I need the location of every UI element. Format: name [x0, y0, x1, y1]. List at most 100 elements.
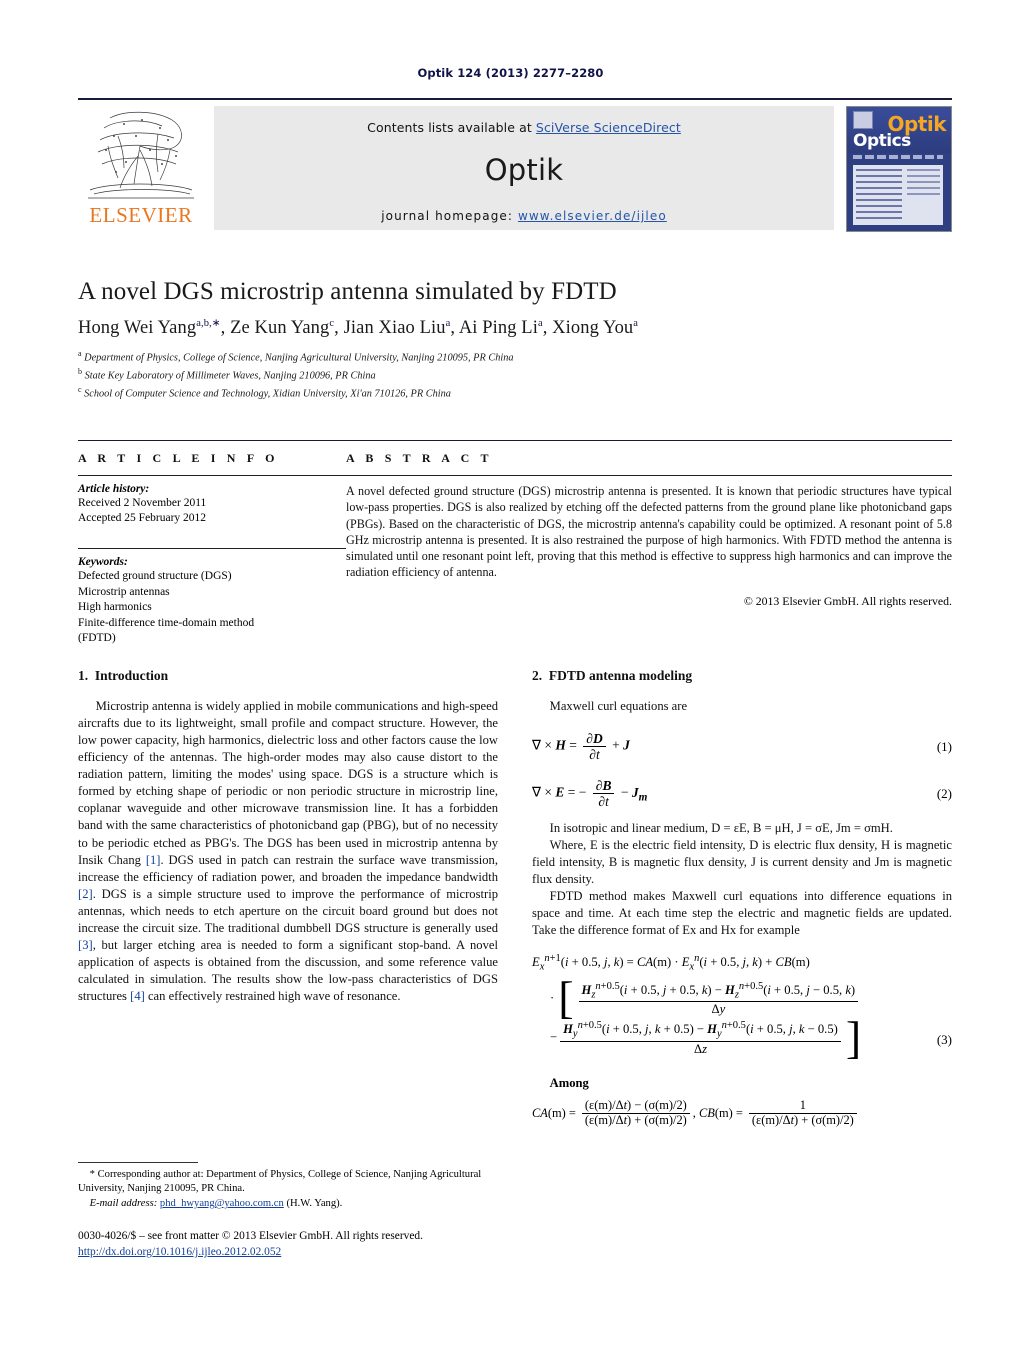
section-title: Introduction: [94, 668, 169, 683]
affiliation-item: a Department of Physics, College of Scie…: [78, 348, 952, 366]
affiliation-marker: c: [78, 385, 82, 395]
author-name: Ai Ping Li: [458, 318, 538, 339]
paper-page: Optik 124 (2013) 2277–2280 ELSEVIER Cont…: [0, 0, 1021, 1351]
cover-toc-left: [856, 169, 902, 221]
equation-bracket-open: [: [558, 972, 574, 1024]
cover-content-panel: [853, 165, 943, 225]
email-label: E-mail address:: [89, 1198, 158, 1210]
keyword-item: Finite-difference time-domain method: [78, 616, 255, 629]
citation-ref-1[interactable]: [1]: [146, 853, 161, 867]
footer-block: 0030-4026/$ – see front matter © 2013 El…: [78, 1228, 508, 1260]
journal-title: Optik: [484, 153, 564, 187]
section-number: 2.: [532, 668, 543, 683]
where-definitions-paragraph: Where, E is the electric field intensity…: [532, 837, 952, 886]
keywords-rule: [78, 548, 346, 550]
homepage-prefix: journal homepage:: [381, 209, 518, 223]
equation-3-line-2: ·[ Hzn+0.5(i + 0.5, j + 0.5, k) − Hzn+0.…: [550, 972, 952, 1024]
citation-ref-2[interactable]: [2]: [78, 887, 93, 901]
section-number: 1.: [78, 668, 89, 683]
equation-3-line-1: Exn+1(i + 0.5, j, k) = CA(m) · Exn(i + 0…: [532, 952, 810, 973]
corresponding-author-footnote: * Corresponding author at: Department of…: [78, 1162, 498, 1211]
cover-subtitle-bar: [853, 155, 943, 159]
author-name: Ze Kun Yang: [230, 318, 330, 339]
equation-1: ∇ × H = ∂D ∂t + J (1): [532, 731, 952, 762]
masthead-top-rule: [78, 98, 952, 100]
keyword-item: Defected ground structure (DGS): [78, 570, 232, 583]
abstract-column: A B S T R A C T A novel defected ground …: [346, 451, 952, 647]
author-affil-marker: a: [633, 318, 639, 329]
article-info-heading: A R T I C L E I N F O: [78, 451, 279, 465]
abstract-copyright: © 2013 Elsevier GmbH. All rights reserve…: [743, 593, 952, 608]
masthead-center-panel: Contents lists available at SciVerse Sci…: [214, 106, 834, 230]
author-list: Hong Wei Yanga,b,∗, Ze Kun Yangc, Jian X…: [78, 318, 639, 339]
affiliation-item: c School of Computer Science and Technol…: [78, 384, 952, 402]
affiliation-text: School of Computer Science and Technolog…: [84, 388, 451, 400]
keywords-block: Keywords: Defected ground structure (DGS…: [78, 556, 346, 647]
doi-link[interactable]: http://dx.doi.org/10.1016/j.ijleo.2012.0…: [78, 1246, 281, 1258]
sciencedirect-link[interactable]: SciVerse ScienceDirect: [536, 120, 681, 135]
section-heading-fdtd: 2. FDTD antenna modeling: [532, 668, 952, 684]
equation-2: ∇ × E = − ∂B ∂t − Jm (2): [532, 778, 952, 809]
equation-2-number: (2): [936, 785, 952, 801]
article-accepted-date: Accepted 25 February 2012: [78, 512, 207, 525]
page-title: A novel DGS microstrip antenna simulated…: [78, 278, 617, 305]
introduction-paragraph: Microstrip antenna is widely applied in …: [78, 698, 498, 1005]
journal-homepage-link[interactable]: www.elsevier.de/ijleo: [518, 209, 667, 223]
affiliation-list: a Department of Physics, College of Scie…: [78, 348, 952, 402]
intro-part-3: . DGS is a simple structure used to impr…: [78, 886, 498, 935]
email-author: (H.W. Yang).: [286, 1198, 343, 1210]
fdtd-difference-paragraph: FDTD method makes Maxwell curl equations…: [532, 888, 952, 937]
article-info-rule: [78, 475, 346, 476]
section-title: FDTD antenna modeling: [548, 668, 693, 683]
journal-masthead: ELSEVIER Contents lists available at Sci…: [78, 98, 952, 234]
isotropic-medium-line: In isotropic and linear medium, D = εE, …: [549, 820, 893, 835]
elsevier-tree-icon: [80, 106, 202, 202]
author-affil-marker: a: [445, 318, 451, 329]
keyword-item: (FDTD): [78, 632, 116, 645]
citation-ref-4[interactable]: [4]: [130, 989, 145, 1003]
equation-bracket-close: ]: [845, 1011, 862, 1063]
body-column-left: 1. Introduction Microstrip antenna is wi…: [78, 668, 498, 1128]
equation-1-number: (1): [936, 738, 952, 754]
article-history-label: Article history:: [78, 483, 150, 495]
citation-ref-3[interactable]: [3]: [78, 938, 93, 952]
email-line: E-mail address: phd_hwyang@yahoo.com.cn …: [78, 1197, 498, 1211]
affiliation-marker: b: [78, 367, 82, 377]
affiliation-item: b State Key Laboratory of Millimeter Wav…: [78, 366, 952, 384]
abstract-heading: A B S T R A C T: [346, 451, 493, 465]
info-abstract-block: A R T I C L E I N F O Article history: R…: [78, 440, 952, 647]
intro-part-1: Microstrip antenna is widely applied in …: [78, 699, 498, 867]
footnote-rule: [78, 1162, 198, 1163]
cover-toc-right: [907, 169, 940, 199]
keywords-label: Keywords:: [78, 556, 128, 569]
intro-part-2: . DGS used in patch can restrain the sur…: [78, 852, 498, 884]
author-affil-marker: a: [537, 318, 543, 329]
article-info-column: A R T I C L E I N F O Article history: R…: [78, 451, 346, 647]
among-label: Among: [549, 1075, 589, 1090]
title-block: A novel DGS microstrip antenna simulated…: [78, 278, 952, 402]
body-columns: 1. Introduction Microstrip antenna is wi…: [78, 668, 952, 1128]
author-affil-marker: c: [329, 318, 335, 329]
author-name: Hong Wei Yang: [78, 318, 197, 339]
equation-4: CA (m) = (ε(m)/Δt) − (σ(m)/2) (ε(m)/Δt) + …: [532, 1098, 952, 1128]
keyword-item: Microstrip antennas: [78, 585, 170, 598]
journal-homepage-line: journal homepage: www.elsevier.de/ijleo: [214, 187, 834, 223]
info-abstract-top-rule: [78, 440, 952, 441]
email-link[interactable]: phd_hwyang@yahoo.com.cn: [160, 1198, 284, 1209]
affiliation-marker: a: [78, 349, 82, 359]
cover-top-band: Optik Optics: [847, 107, 951, 153]
elsevier-wordmark: ELSEVIER: [89, 203, 193, 227]
author-name: Xiong You: [552, 318, 634, 339]
section-heading-introduction: 1. Introduction: [78, 668, 498, 684]
running-head: Optik 124 (2013) 2277–2280: [417, 66, 604, 80]
equation-3: Exn+1(i + 0.5, j, k) = CA(m) · Exn(i + 0…: [532, 952, 952, 1063]
affiliation-text: State Key Laboratory of Millimeter Waves…: [84, 370, 376, 382]
abstract-rule: [346, 475, 952, 476]
keyword-item: High harmonics: [78, 601, 152, 614]
author-affil-marker: a,b,∗: [196, 318, 221, 329]
elsevier-logo: ELSEVIER: [80, 106, 206, 230]
equation-2-body: ∇ × E = − ∂B ∂t − Jm: [532, 778, 648, 810]
corresponding-author-text: * Corresponding author at: Department of…: [78, 1169, 482, 1195]
author-name: Jian Xiao Liu: [343, 318, 446, 339]
equation-3-line-3: − Hyn+0.5(i + 0.5, j, k + 0.5) − Hyn+0.5…: [550, 1011, 862, 1063]
